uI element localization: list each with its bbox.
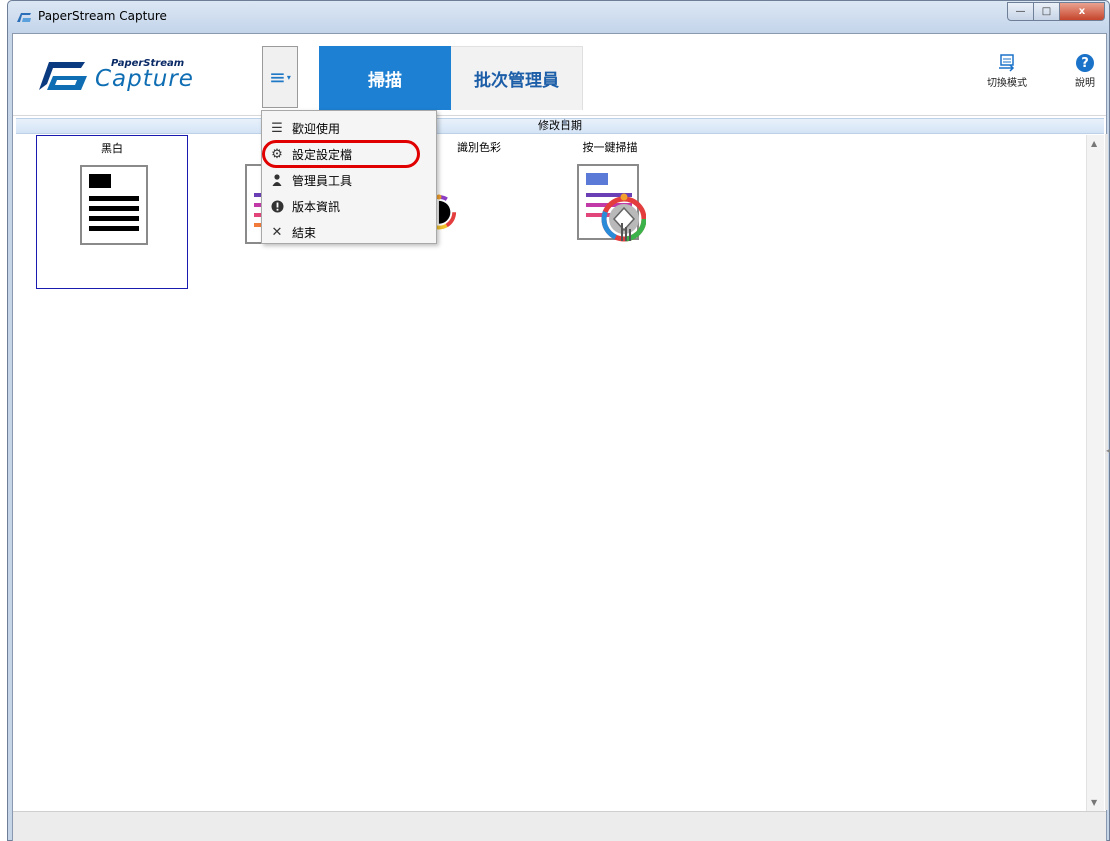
minimize-icon: —: [1015, 6, 1026, 17]
menu-item-label: 版本資訊: [292, 199, 341, 214]
help-button[interactable]: ? 說明: [1071, 52, 1099, 89]
one-touch-scan-icon: [577, 164, 646, 242]
client-area: PaperStream Capture ≡ ▾ 掃描 批次管理員 切換模式 ? …: [12, 33, 1110, 841]
profile-name: 黑白: [101, 142, 123, 155]
profile-list: 黑白 識別色彩 按一鍵掃描: [16, 135, 1086, 811]
close-icon: x: [1078, 6, 1086, 17]
help-icon: ?: [1076, 54, 1094, 72]
column-header-modified-date[interactable]: ▲ 修改日期: [16, 117, 1104, 134]
minimize-button[interactable]: —: [1007, 2, 1034, 21]
close-button[interactable]: x: [1059, 2, 1105, 21]
app-window: PaperStream Capture — □ x PaperStream Ca…: [7, 0, 1110, 841]
main-menu-dropdown: ☰ 歡迎使用 ⚙ 設定設定檔 管理員工具 版本資訊 ✕ 結束: [261, 110, 437, 244]
scroll-up-icon[interactable]: ▲: [1091, 139, 1097, 148]
person-icon: [262, 174, 292, 186]
app-icon: [17, 13, 31, 22]
menu-item-exit[interactable]: ✕ 結束: [262, 219, 436, 245]
title-bar[interactable]: PaperStream Capture — □ x: [8, 1, 1109, 33]
window-title: PaperStream Capture: [38, 9, 167, 23]
menu-item-label: 結束: [292, 225, 317, 240]
maximize-button[interactable]: □: [1033, 2, 1060, 21]
logo-text-big: Capture: [95, 66, 194, 92]
switch-mode-icon: [997, 52, 1017, 74]
switch-mode-label: 切換模式: [987, 78, 1027, 89]
window-controls: — □ x: [1007, 2, 1105, 21]
scroll-down-icon[interactable]: ▼: [1091, 798, 1097, 807]
info-icon: [262, 200, 292, 213]
status-bar: [13, 811, 1106, 841]
tab-scan[interactable]: 掃描: [319, 46, 451, 110]
maximize-icon: □: [1041, 6, 1052, 17]
close-icon: ✕: [271, 224, 283, 240]
sort-arrow-icon: ▲: [562, 117, 568, 125]
menu-item-admin-tools[interactable]: 管理員工具: [262, 167, 436, 193]
column-header-label: 修改日期: [538, 119, 582, 132]
ps-logo-icon: [39, 62, 87, 90]
side-panel-edge[interactable]: [1105, 134, 1108, 810]
app-header: PaperStream Capture ≡ ▾ 掃描 批次管理員 切換模式 ? …: [13, 34, 1106, 116]
main-menu-button[interactable]: ≡ ▾: [262, 46, 298, 108]
menu-item-welcome[interactable]: ☰ 歡迎使用: [262, 115, 436, 141]
chevron-down-icon: ▾: [286, 72, 291, 82]
profile-name: 識別色彩: [457, 141, 501, 154]
menu-item-label: 歡迎使用: [292, 121, 341, 136]
list-icon: ☰: [271, 120, 283, 136]
profile-item-bw[interactable]: 黑白: [36, 135, 188, 289]
profile-item-one-touch[interactable]: 按一鍵掃描: [534, 135, 686, 289]
vertical-scrollbar[interactable]: ▲ ▼: [1086, 135, 1104, 811]
highlight-annotation: [262, 140, 420, 168]
profile-name: 按一鍵掃描: [582, 141, 638, 154]
panel-expand-icon[interactable]: ◀: [1106, 446, 1110, 455]
bw-document-icon: [80, 165, 148, 245]
paperstream-logo: PaperStream Capture: [33, 54, 203, 94]
tab-batch-manager[interactable]: 批次管理員: [451, 46, 583, 110]
switch-mode-button[interactable]: 切換模式: [985, 52, 1029, 89]
menu-item-version-info[interactable]: 版本資訊: [262, 193, 436, 219]
help-label: 說明: [1075, 78, 1095, 89]
menu-item-label: 管理員工具: [292, 173, 353, 188]
hamburger-icon: ≡: [269, 65, 286, 89]
